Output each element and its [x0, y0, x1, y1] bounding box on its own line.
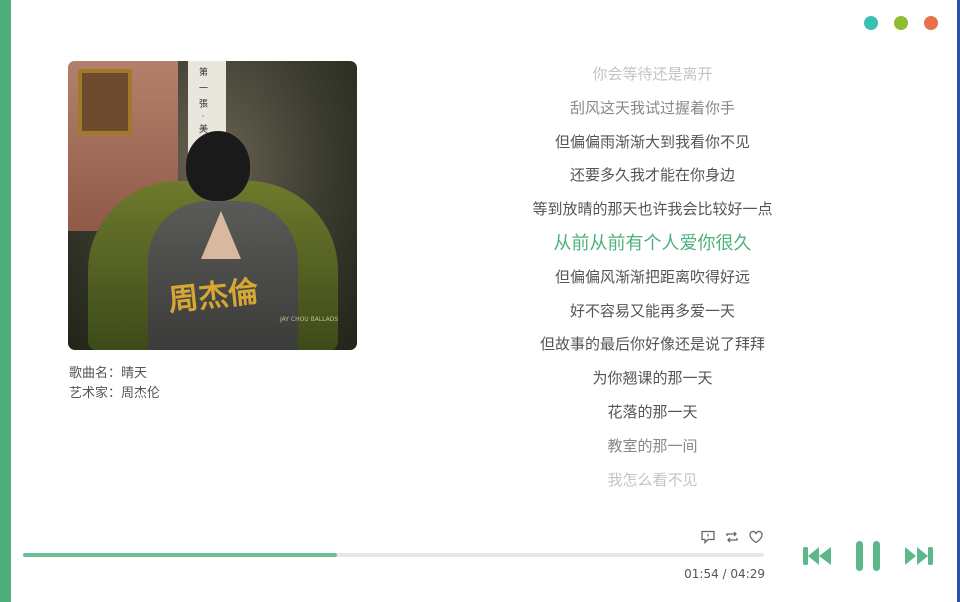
dot-teal[interactable] — [864, 16, 878, 30]
cover-title-art: 周杰倫 — [166, 274, 260, 319]
song-actions — [700, 529, 764, 545]
repeat-icon[interactable] — [724, 529, 740, 545]
cover-title-subtext: JAY CHOU BALLADS — [280, 316, 339, 323]
lyric-line[interactable]: 等到放晴的那天也许我会比较好一点 — [500, 193, 805, 227]
lyric-line[interactable]: 教室的那一间 — [500, 430, 805, 464]
lyric-line[interactable]: 但偏偏风渐渐把距离吹得好远 — [500, 261, 805, 295]
song-info: 歌曲名：晴天 艺术家：周杰伦 — [69, 364, 160, 404]
song-title-row: 歌曲名：晴天 — [69, 364, 160, 384]
lyric-line[interactable]: 刮风这天我试过握着你手 — [500, 92, 805, 126]
pause-icon[interactable] — [854, 540, 882, 572]
total-duration: 04:29 — [730, 567, 765, 581]
left-accent-bar — [0, 0, 11, 602]
lyric-line-current[interactable]: 从前从前有个人爱你很久 — [500, 227, 805, 261]
artist-name: 周杰伦 — [121, 386, 161, 401]
album-cover: 第 一 張 · 美 周杰倫 JAY CHOU BALLADS — [68, 61, 357, 350]
playback-controls — [802, 540, 934, 572]
previous-icon[interactable] — [802, 545, 832, 567]
artist-label: 艺术家： — [69, 386, 122, 401]
time-separator: / — [718, 567, 731, 581]
song-artist-row: 艺术家：周杰伦 — [69, 384, 160, 404]
comment-icon[interactable] — [700, 529, 716, 545]
lyric-line[interactable]: 但故事的最后你好像还是说了拜拜 — [500, 328, 805, 362]
dot-orange[interactable] — [924, 16, 938, 30]
progress-fill — [23, 553, 338, 557]
lyric-line[interactable]: 还要多久我才能在你身边 — [500, 159, 805, 193]
elapsed-time: 01:54 — [684, 567, 719, 581]
lyric-line[interactable]: 但偏偏雨渐渐大到我看你不见 — [500, 126, 805, 160]
lyric-line[interactable]: 你会等待还是离开 — [500, 58, 805, 92]
lyrics-panel: 你会等待还是离开 刮风这天我试过握着你手 但偏偏雨渐渐大到我看你不见 还要多久我… — [500, 58, 805, 497]
lyric-line[interactable]: 我怎么看不见 — [500, 464, 805, 498]
cover-person-head — [186, 131, 250, 201]
lyric-line[interactable]: 好不容易又能再多爱一天 — [500, 295, 805, 329]
progress-bar[interactable] — [23, 553, 764, 557]
cover-banner-text: 第 一 張 · 美 — [197, 67, 207, 136]
next-icon[interactable] — [904, 545, 934, 567]
song-title: 晴天 — [121, 366, 148, 381]
lyric-line[interactable]: 花落的那一天 — [500, 396, 805, 430]
time-display: 01:54 / 04:29 — [680, 567, 765, 581]
heart-icon[interactable] — [748, 529, 764, 545]
cover-painting — [78, 69, 132, 135]
dot-green[interactable] — [894, 16, 908, 30]
lyric-line[interactable]: 为你翘课的那一天 — [500, 362, 805, 396]
song-title-label: 歌曲名： — [69, 366, 122, 381]
window-controls — [864, 16, 938, 30]
